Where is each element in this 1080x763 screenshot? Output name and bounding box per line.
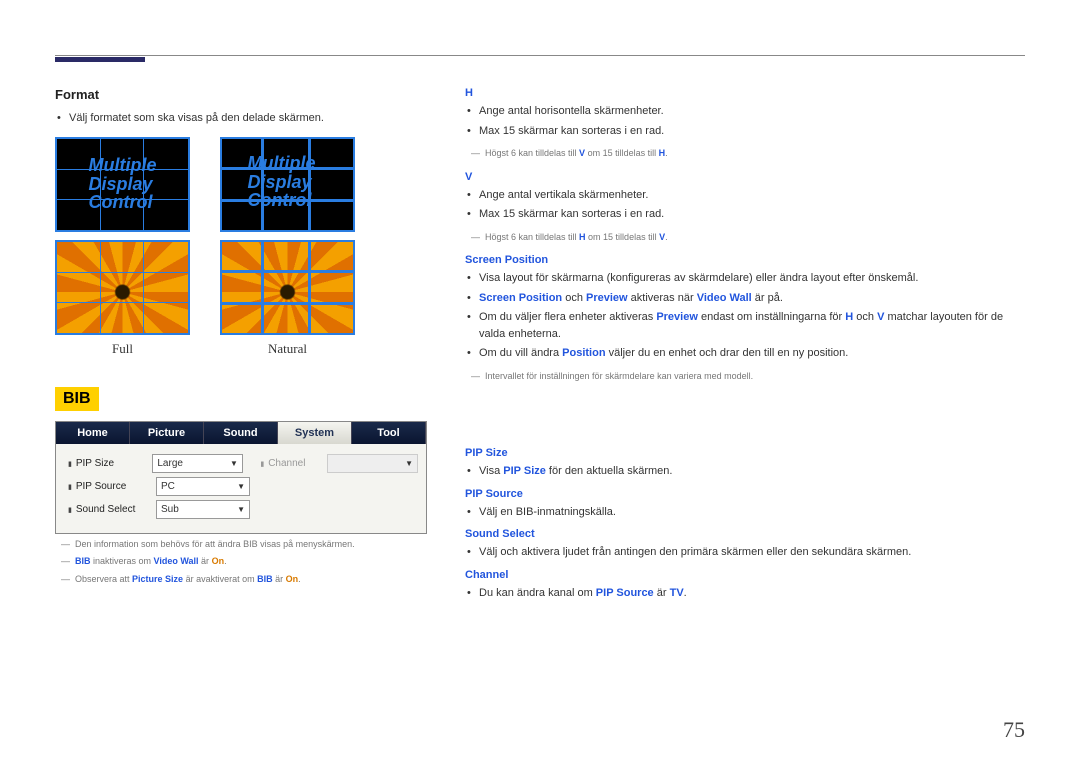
format-row-1: Multiple Display Control Multiple Displa… (55, 137, 425, 232)
sp-b3: Om du väljer flera enheter aktiveras Pre… (465, 309, 1025, 342)
page-number: 75 (1003, 717, 1025, 743)
h-b1: Ange antal horisontella skärmenheter. (465, 103, 1025, 120)
format-row-2: Full Natural (55, 240, 425, 357)
bib-note-2: BIB inaktiveras om Video Wall är On. (65, 555, 425, 569)
v-title: V (465, 171, 1025, 183)
chevron-down-icon: ▼ (237, 505, 245, 514)
mdc-line2: Display (89, 174, 153, 194)
v-note: Högst 6 kan tilldelas till H om 15 tilld… (475, 231, 1025, 245)
tab-sound[interactable]: Sound (204, 422, 278, 444)
tab-picture[interactable]: Picture (130, 422, 204, 444)
caption-natural: Natural (220, 341, 355, 357)
mdc-line1: Multiple (89, 155, 157, 175)
format-bullet: Välj formatet som ska visas på den delad… (55, 110, 425, 127)
v-b1: Ange antal vertikala skärmenheter. (465, 187, 1025, 204)
ss-b1: Välj och aktivera ljudet från antingen d… (465, 544, 1025, 561)
h-title: H (465, 87, 1025, 99)
mdc-box-natural: Multiple Display Control (220, 137, 355, 232)
v-b2: Max 15 skärmar kan sorteras i en rad. (465, 206, 1025, 223)
pipsize-b1: Visa PIP Size för den aktuella skärmen. (465, 463, 1025, 480)
select-pip-size[interactable]: Large▼ (152, 454, 243, 473)
sp-b1: Visa layout för skärmarna (konfigureras … (465, 270, 1025, 287)
ch-title: Channel (465, 569, 1025, 581)
bib-note-3: Observera att Picture Size är avaktivera… (65, 573, 425, 587)
chevron-down-icon: ▼ (237, 482, 245, 491)
tab-system[interactable]: System (278, 422, 352, 444)
label-sound-select: Sound Select (64, 504, 156, 515)
label-channel: Channel (256, 458, 327, 469)
pipsrc-title: PIP Source (465, 488, 1025, 500)
h-b2: Max 15 skärmar kan sorteras i en rad. (465, 123, 1025, 140)
sp-b4: Om du vill ändra Position väljer du en e… (465, 345, 1025, 362)
label-pip-source: PIP Source (64, 481, 156, 492)
accent-bar (55, 57, 145, 62)
ui-panel: Home Picture Sound System Tool PIP Size … (55, 421, 427, 534)
caption-full: Full (55, 341, 190, 357)
ch-b1: Du kan ändra kanal om PIP Source är TV. (465, 585, 1025, 602)
bib-note-1: Den information som behövs för att ändra… (65, 538, 425, 552)
mdc-line3: Control (89, 192, 153, 212)
flower-full (55, 240, 190, 335)
pipsize-title: PIP Size (465, 447, 1025, 459)
tab-home[interactable]: Home (56, 422, 130, 444)
h-note: Högst 6 kan tilldelas till V om 15 tilld… (475, 147, 1025, 161)
pipsrc-b1: Välj en BIB-inmatningskälla. (465, 504, 1025, 521)
select-pip-source[interactable]: PC▼ (156, 477, 250, 496)
ss-title: Sound Select (465, 528, 1025, 540)
select-channel: ▼ (327, 454, 418, 473)
chevron-down-icon: ▼ (230, 459, 238, 468)
sp-note: Intervallet för inställningen för skärmd… (475, 370, 1025, 384)
flower-natural (220, 240, 355, 335)
mdc-box-full: Multiple Display Control (55, 137, 190, 232)
sp-title: Screen Position (465, 254, 1025, 266)
top-rule (55, 55, 1025, 56)
bib-tag: BIB (55, 387, 99, 411)
format-title: Format (55, 87, 425, 102)
sp-b2: Screen Position och Preview aktiveras nä… (465, 290, 1025, 307)
label-pip-size: PIP Size (64, 458, 152, 469)
tab-tool[interactable]: Tool (352, 422, 426, 444)
select-sound-select[interactable]: Sub▼ (156, 500, 250, 519)
